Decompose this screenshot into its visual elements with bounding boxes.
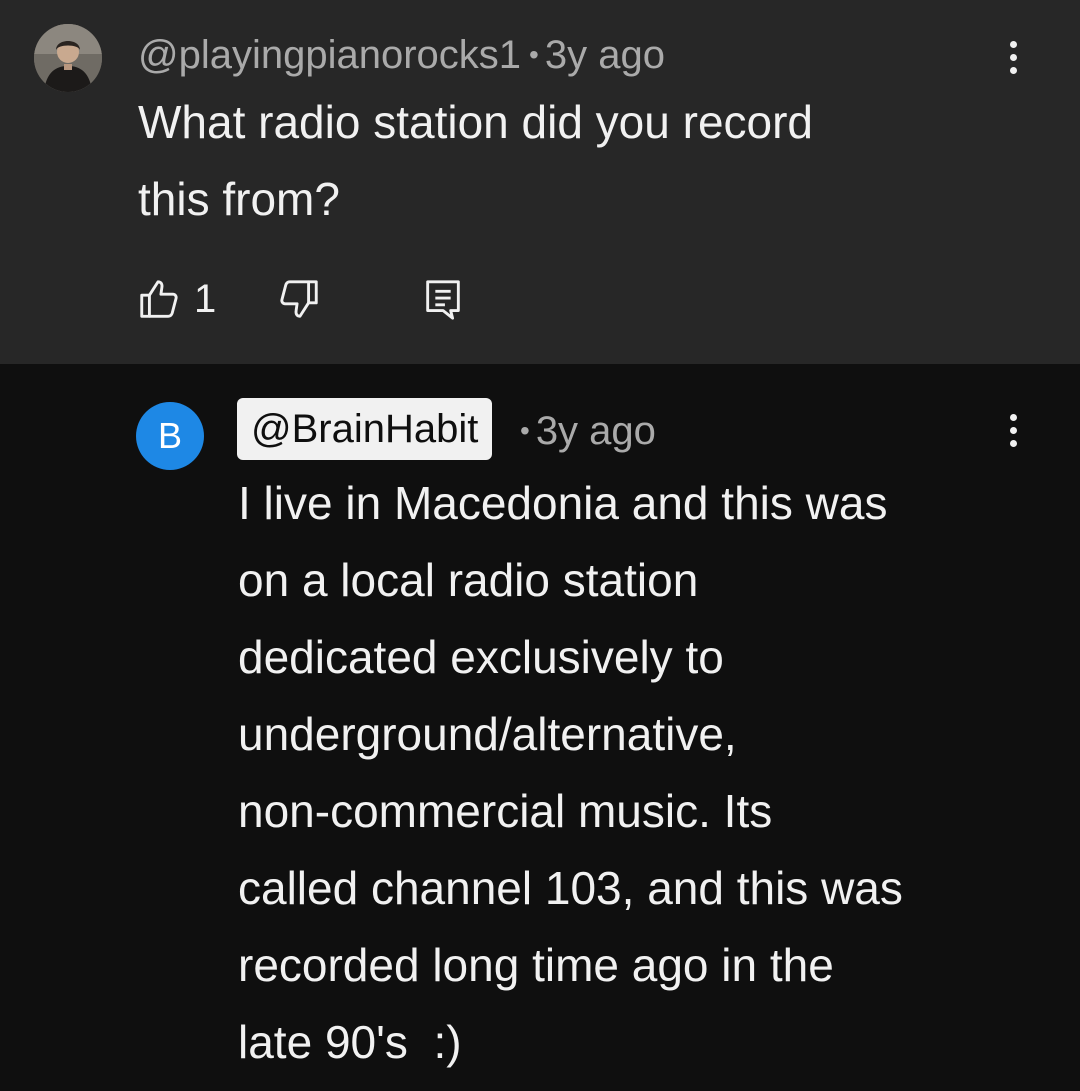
reply-author-chip[interactable]: @BrainHabit [237, 398, 493, 460]
user-photo-avatar [34, 24, 102, 92]
reply-meta: • 3y ago [516, 404, 656, 458]
comment-thread: @playingpianorocks1 • 3y ago What radio st… [0, 0, 1080, 1091]
like-count: 1 [194, 277, 217, 321]
meta-separator: • [529, 39, 539, 70]
comment: @playingpianorocks1 • 3y ago What radio st… [0, 0, 1080, 364]
comment-author[interactable]: @playingpianorocks1 [138, 33, 521, 77]
more-vert-icon[interactable] [993, 27, 1033, 87]
reply-text-line: on a local radio station [238, 554, 699, 606]
avatar[interactable]: B [136, 402, 204, 470]
reply-text-line: non-commercial music. Its [238, 785, 773, 837]
comment-text: What radio station did you record this f… [138, 84, 978, 238]
meta-separator: • [520, 415, 530, 446]
reply-text-line: I live in Macedonia and this was [238, 477, 888, 529]
like-button[interactable]: 1 [136, 276, 216, 322]
reply-text-line: dedicated exclusively to [238, 631, 724, 683]
reply-button[interactable] [420, 276, 466, 322]
reply-text-line: underground/alternative, [238, 708, 737, 760]
comment-text-line: What radio station did you record [138, 96, 814, 148]
comment-timestamp[interactable]: 3y ago [545, 33, 665, 77]
thumb-up-icon [140, 280, 178, 318]
comment-actions: 1 [136, 276, 466, 322]
comment-meta: @playingpianorocks1 • 3y ago [138, 30, 665, 80]
reply-text-line: called channel 103, and this was [238, 862, 903, 914]
reply-text-line: late 90's :) [238, 1016, 462, 1068]
avatar[interactable] [34, 24, 102, 92]
comment-text-line: this from? [138, 173, 340, 225]
dislike-button[interactable] [276, 276, 322, 322]
thumb-down-icon [280, 280, 318, 318]
reply-text-line: recorded long time ago in the [238, 939, 834, 991]
reply-comment-icon [426, 280, 461, 320]
reply-text: I live in Macedonia and this was on a lo… [238, 465, 1058, 1081]
more-vert-icon[interactable] [993, 400, 1033, 460]
reply-timestamp[interactable]: 3y ago [536, 409, 656, 453]
